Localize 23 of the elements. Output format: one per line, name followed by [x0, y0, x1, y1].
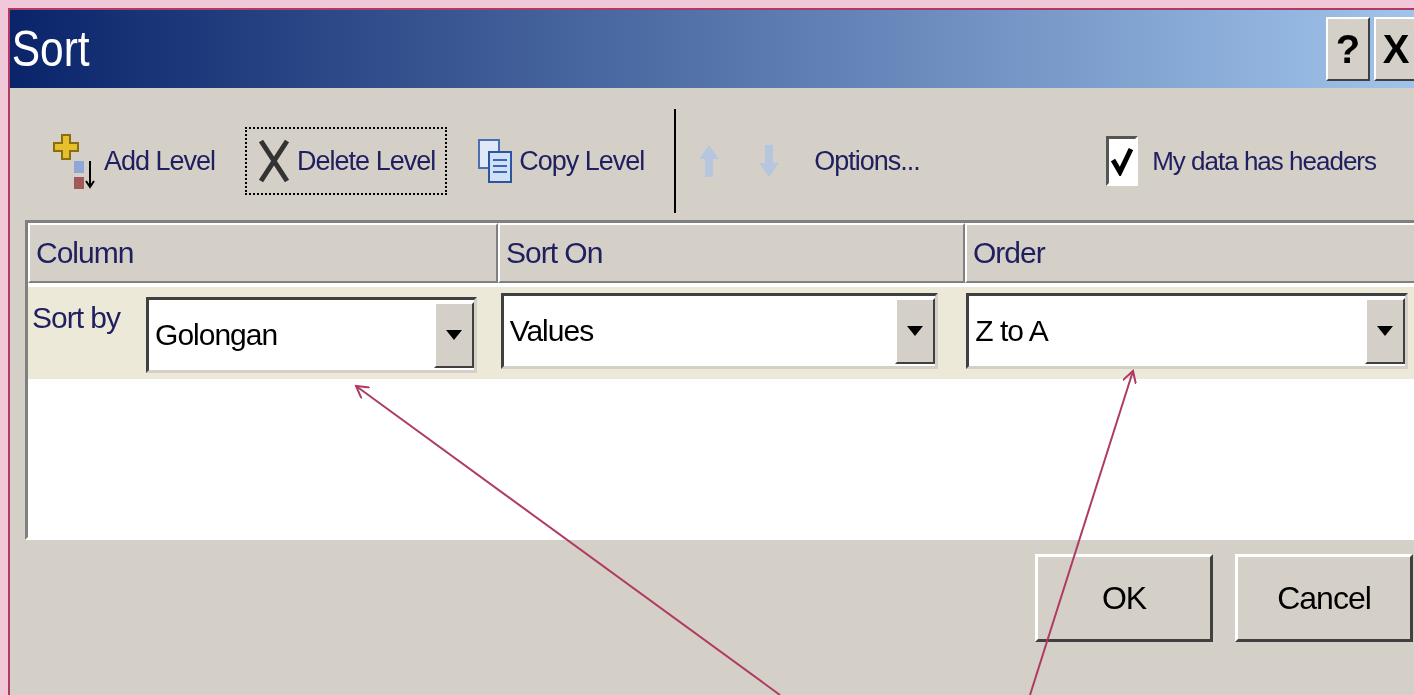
- x-icon: [257, 137, 292, 185]
- title-bar-button[interactable]: X: [1374, 17, 1414, 81]
- dialog-button[interactable]: OK: [1035, 554, 1213, 642]
- sort-on-dropdown[interactable]: Values: [500, 293, 939, 369]
- check-icon: [1111, 146, 1134, 176]
- row-label: Sort by: [32, 300, 121, 335]
- toolbar-button[interactable]: Delete Level: [245, 127, 448, 195]
- sort-level-row[interactable]: Sort by Golongan Values Z to A: [28, 287, 1414, 379]
- checkbox-label: My data has headers: [1152, 145, 1376, 177]
- add-level-icon: [52, 131, 98, 191]
- toolbar-button[interactable]: Add Level: [40, 121, 228, 201]
- column-header: Column: [28, 223, 498, 283]
- copy-pages-icon: [477, 138, 514, 184]
- window-title: Sort: [10, 20, 90, 78]
- toolbar-button[interactable]: Options...: [802, 135, 932, 187]
- dialog-button[interactable]: Cancel: [1235, 554, 1413, 642]
- title-bar-button[interactable]: ?: [1326, 17, 1370, 81]
- checkbox[interactable]: [1106, 136, 1139, 186]
- order-dropdown[interactable]: Z to A: [966, 293, 1408, 369]
- column-dropdown[interactable]: Golongan: [146, 297, 477, 373]
- column-header: Sort On: [498, 223, 965, 283]
- column-header: Order: [965, 223, 1414, 283]
- toolbar-button[interactable]: Copy Level: [465, 128, 657, 194]
